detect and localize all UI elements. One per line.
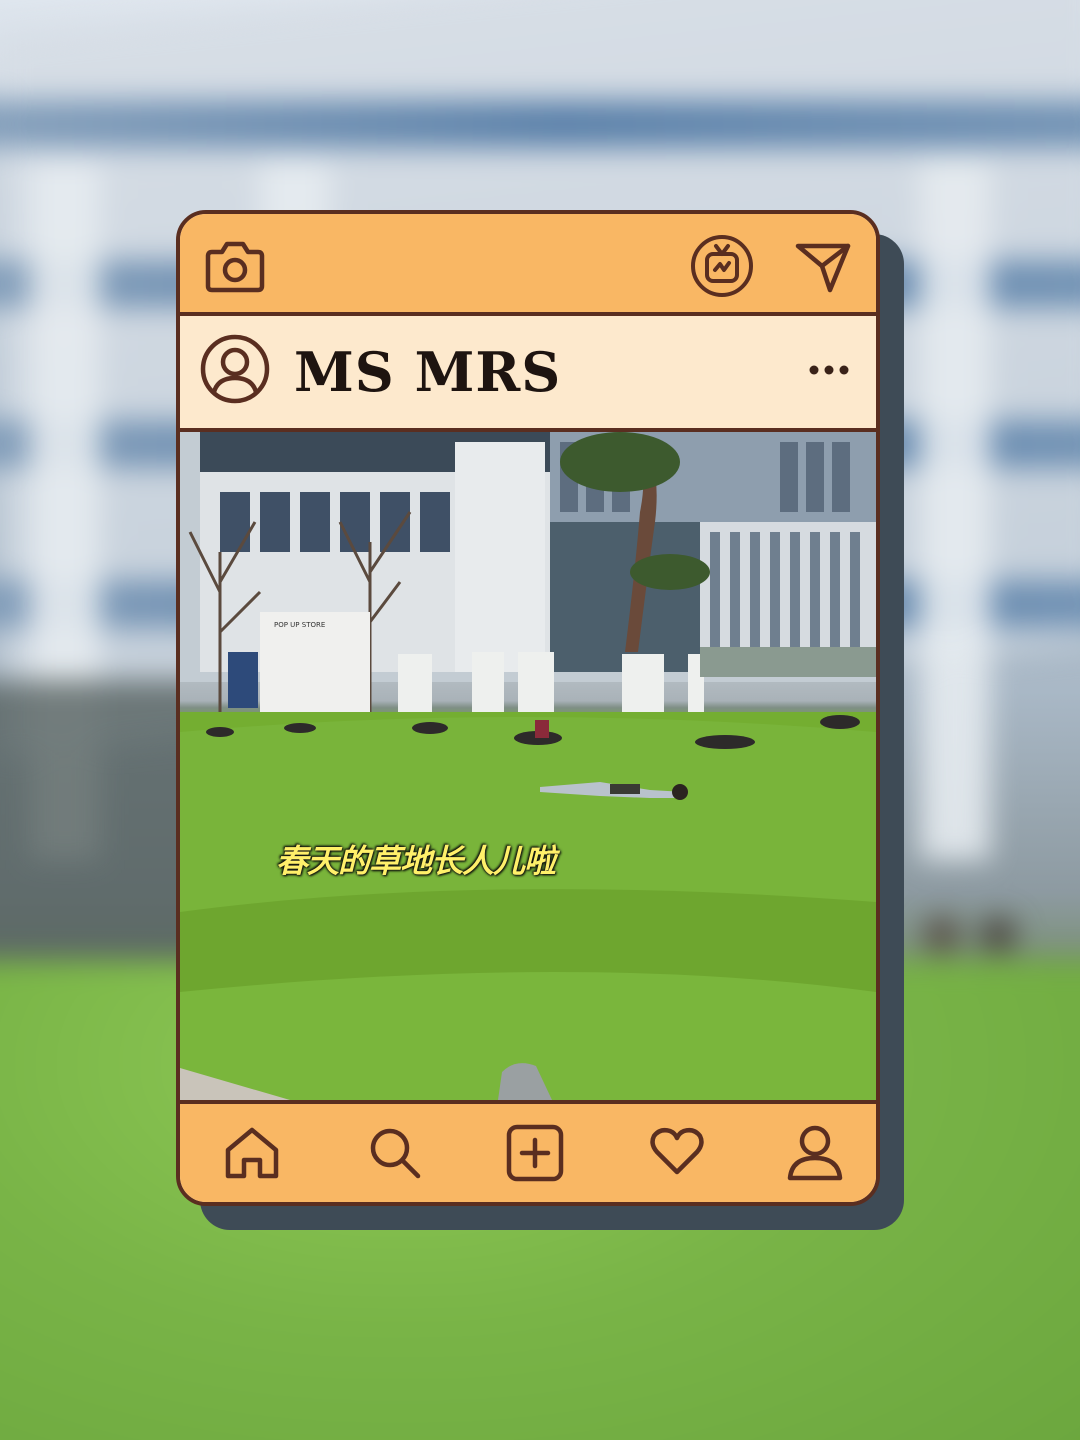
search-icon[interactable]: [368, 1126, 422, 1180]
username[interactable]: MS MRS: [294, 336, 561, 408]
campus-lawn-scene: POP UP STORE: [180, 432, 876, 1104]
profile-bar: MS MRS: [180, 316, 876, 432]
post-photo[interactable]: POP UP STORE 春天的草地长人儿啦: [180, 432, 876, 1104]
add-post-icon[interactable]: [506, 1124, 564, 1182]
post-card: MS MRS POP UP STORE 春天的草地长人儿啦: [176, 210, 880, 1206]
photo-caption: 春天的草地长人儿啦: [276, 842, 556, 880]
home-icon[interactable]: [224, 1126, 280, 1180]
user-circle-icon[interactable]: [200, 334, 270, 404]
igtv-icon[interactable]: [690, 234, 754, 298]
top-bar: [180, 214, 876, 316]
heart-icon[interactable]: [650, 1126, 704, 1176]
camera-icon[interactable]: [204, 238, 266, 294]
profile-icon[interactable]: [786, 1124, 844, 1182]
photo-sign-text: POP UP STORE: [274, 621, 325, 629]
send-icon[interactable]: [794, 240, 852, 294]
more-horizontal-icon[interactable]: [808, 364, 850, 376]
bottom-nav: [180, 1100, 876, 1202]
